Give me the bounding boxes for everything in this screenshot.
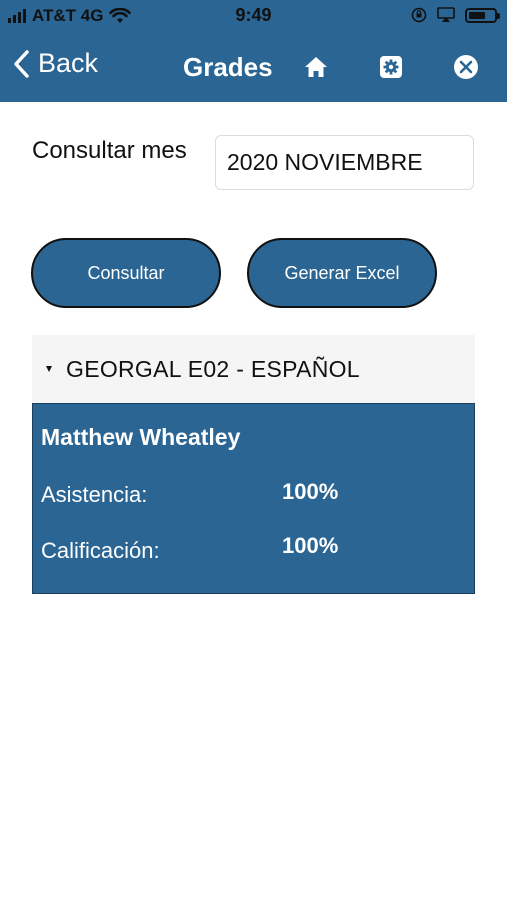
close-icon[interactable] [452, 53, 480, 81]
grade-label: Calificación: [41, 538, 160, 563]
month-label: Consultar mes [32, 137, 187, 164]
student-name: Matthew Wheatley [41, 424, 241, 450]
chevron-left-icon [14, 49, 29, 78]
back-button[interactable]: Back [12, 48, 98, 79]
consult-button[interactable]: Consultar [31, 238, 221, 308]
student-card: Matthew Wheatley Asistencia: 100% Califi… [32, 403, 475, 594]
generate-excel-button[interactable]: Generar Excel [247, 238, 437, 308]
status-right [411, 7, 500, 23]
attendance-value: 100% [282, 479, 339, 504]
group-header[interactable]: GEORGAL E02 - ESPAÑOL [32, 335, 475, 403]
status-bar: AT&T 4G 9:49 [0, 0, 507, 34]
battery-icon [465, 7, 500, 23]
back-label: Back [38, 48, 99, 78]
gear-icon[interactable] [377, 53, 405, 81]
caret-down-icon [46, 366, 52, 372]
month-input[interactable] [215, 135, 474, 190]
grade-value: 100% [282, 533, 339, 558]
orientation-lock-icon [411, 7, 427, 23]
airplay-icon [437, 7, 455, 22]
nav-bar: Back Grades [0, 34, 507, 102]
page-title: Grades [183, 52, 273, 82]
attendance-label: Asistencia: [41, 482, 148, 507]
home-icon[interactable] [302, 53, 330, 81]
group-title: GEORGAL E02 - ESPAÑOL [66, 355, 360, 382]
